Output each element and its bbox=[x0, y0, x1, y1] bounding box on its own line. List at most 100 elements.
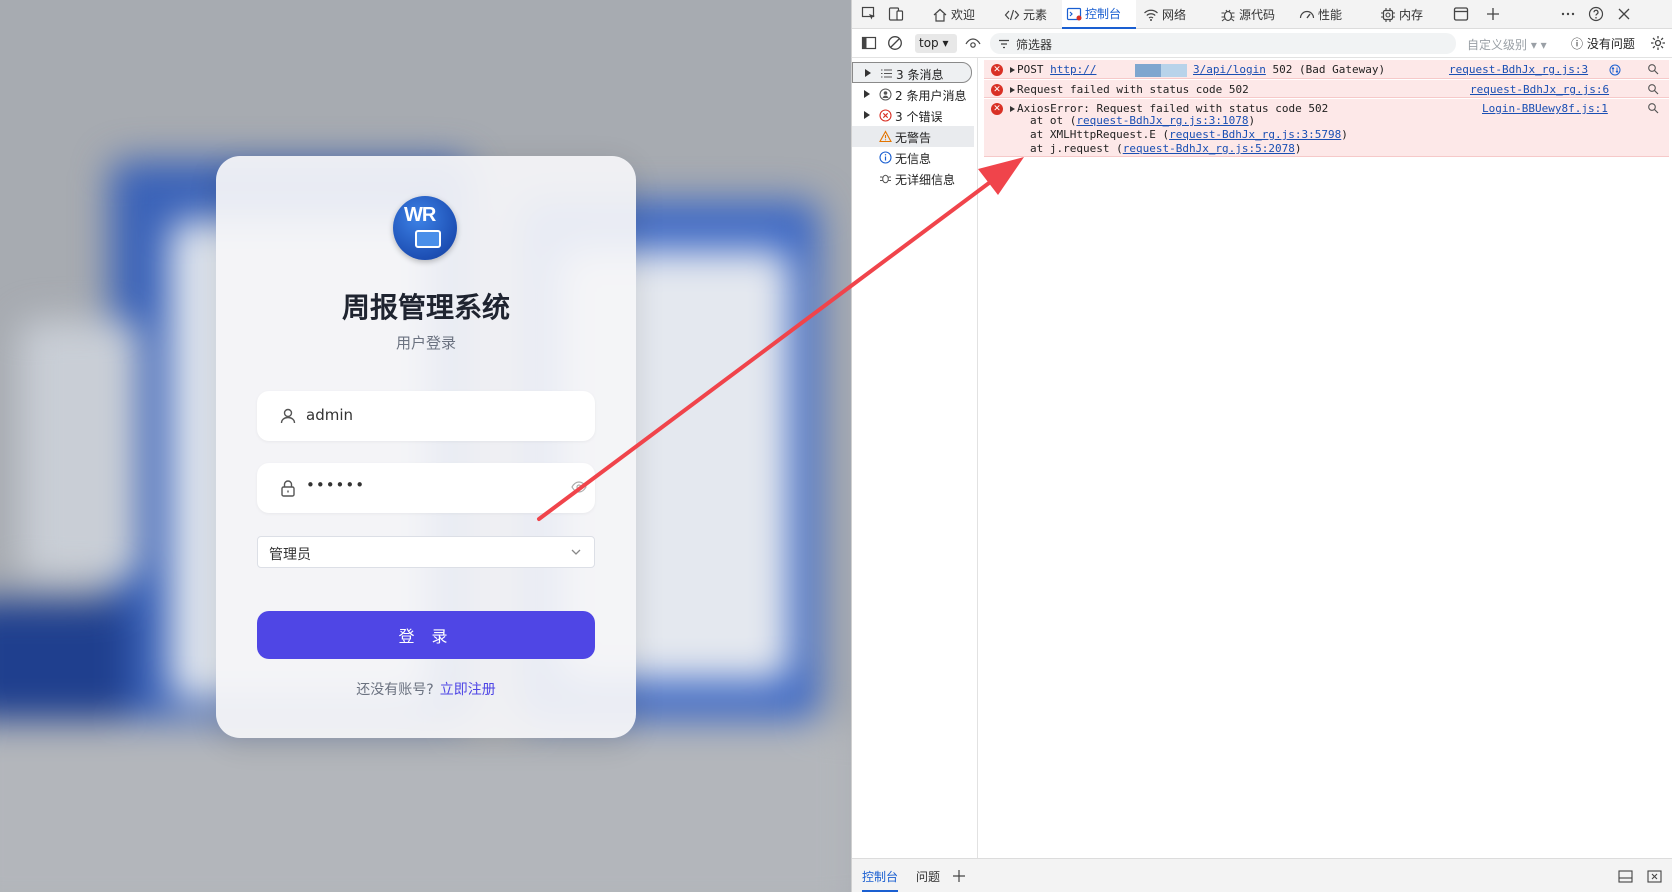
login-button[interactable]: 登 录 bbox=[257, 611, 595, 659]
app-logo: WR bbox=[393, 196, 457, 260]
tab-label: 性能 bbox=[1318, 8, 1343, 22]
sidebar-item-messages[interactable]: 3 条消息 bbox=[852, 62, 972, 83]
chevron-down-icon bbox=[571, 549, 581, 555]
request-url[interactable]: http:// bbox=[1050, 63, 1096, 76]
password-input[interactable]: •••••• bbox=[257, 463, 595, 513]
eye-icon[interactable] bbox=[571, 481, 587, 493]
sidebar-item-errors[interactable]: 3 个错误 bbox=[852, 105, 974, 126]
tab-console[interactable]: 控制台 bbox=[1062, 0, 1136, 29]
stack-frame-link[interactable]: request-BdhJx_rg.js:5:2078 bbox=[1123, 142, 1295, 155]
tab-network[interactable]: 网络 bbox=[1143, 0, 1203, 29]
add-tab-icon[interactable] bbox=[1485, 6, 1501, 22]
console-output: ✕ POST http:// 3/api/login 502 (Bad Gate… bbox=[979, 58, 1672, 858]
code-icon bbox=[1004, 9, 1020, 20]
devtools-tabbar: 欢迎 元素 控制台 网络 源代码 性能 内存 bbox=[852, 0, 1672, 29]
tab-elements[interactable]: 元素 bbox=[1004, 0, 1054, 29]
filter-input[interactable]: 筛选器 bbox=[990, 33, 1456, 54]
chip-icon bbox=[1381, 7, 1395, 22]
inspect-icon[interactable] bbox=[861, 6, 877, 22]
web-page: WR 周报管理系统 用户登录 admin •••••• 管理员 登 录 还没有账… bbox=[0, 0, 851, 892]
sidebar-item-user-messages[interactable]: 2 条用户消息 bbox=[852, 84, 974, 105]
console-error-row[interactable]: ✕ AxiosError: Request failed with status… bbox=[984, 99, 1669, 157]
tab-performance[interactable]: 性能 bbox=[1299, 0, 1355, 29]
request-url-path[interactable]: 3/api/login bbox=[1193, 63, 1266, 76]
status-text: 502 (Bad Gateway) bbox=[1265, 63, 1386, 76]
network-request-icon[interactable] bbox=[1609, 64, 1621, 76]
log-levels-select[interactable]: 自定义级别 ▾ ▾ bbox=[1467, 36, 1547, 53]
sidebar-toggle-icon[interactable] bbox=[861, 35, 877, 51]
console-sidebar: 3 条消息 2 条用户消息 3 个错误 无警告 无信息 无详细信息 bbox=[852, 58, 978, 858]
sidebar-item-info[interactable]: 无信息 bbox=[852, 147, 974, 168]
sidebar-item-warnings[interactable]: 无警告 bbox=[852, 126, 974, 147]
sidebar-item-verbose[interactable]: 无详细信息 bbox=[852, 168, 974, 189]
stack-frame-link[interactable]: request-BdhJx_rg.js:3:1078 bbox=[1076, 114, 1248, 127]
close-drawer-icon[interactable] bbox=[1647, 870, 1662, 883]
filter-icon bbox=[999, 39, 1009, 49]
gauge-icon bbox=[1299, 10, 1315, 18]
eye-icon[interactable] bbox=[965, 36, 981, 52]
drawer-tab-console[interactable]: 控制台 bbox=[862, 868, 899, 892]
more-icon[interactable] bbox=[1560, 6, 1576, 22]
role-select[interactable]: 管理员 bbox=[257, 536, 595, 568]
context-select[interactable]: top ▾ bbox=[915, 34, 957, 53]
error-icon: ✕ bbox=[991, 103, 1003, 115]
page-subtitle: 用户登录 bbox=[395, 334, 456, 352]
window-icon[interactable] bbox=[1453, 6, 1469, 22]
tab-memory[interactable]: 内存 bbox=[1380, 0, 1436, 29]
gear-icon[interactable] bbox=[1650, 35, 1666, 51]
dock-icon[interactable] bbox=[1618, 870, 1633, 883]
request-method: POST bbox=[1017, 63, 1051, 76]
expand-arrow-icon bbox=[865, 69, 871, 77]
source-link[interactable]: request-BdhJx_rg.js:6 bbox=[1470, 83, 1609, 96]
screenshot: WR 周报管理系统 用户登录 admin •••••• 管理员 登 录 还没有账… bbox=[0, 0, 1672, 892]
info-icon bbox=[879, 151, 892, 164]
chart-icon bbox=[415, 230, 441, 248]
drawer-tabbar: 控制台 问题 bbox=[852, 858, 1672, 892]
user-icon bbox=[879, 88, 892, 101]
sidebar-item-label: 3 条消息 bbox=[896, 68, 944, 82]
console-icon bbox=[1066, 7, 1082, 20]
filter-placeholder: 筛选器 bbox=[1016, 38, 1053, 52]
context-value: top bbox=[919, 36, 939, 50]
close-icon[interactable] bbox=[1616, 6, 1632, 22]
sidebar-item-label: 无详细信息 bbox=[895, 173, 956, 187]
stack-frame: at XMLHttpRequest.E (request-BdhJx_rg.js… bbox=[1030, 128, 1348, 141]
expand-arrow-icon bbox=[864, 90, 870, 98]
help-icon[interactable] bbox=[1588, 6, 1604, 22]
issues-counter[interactable]: ⓘ 没有问题 bbox=[1571, 35, 1635, 52]
clear-console-icon[interactable] bbox=[887, 35, 903, 51]
sidebar-item-label: 无信息 bbox=[895, 152, 932, 166]
username-input[interactable]: admin bbox=[257, 391, 595, 441]
console-error-row[interactable]: ✕ POST http:// 3/api/login 502 (Bad Gate… bbox=[984, 60, 1669, 79]
register-link[interactable]: 立即注册 bbox=[440, 682, 496, 698]
error-icon bbox=[879, 109, 892, 122]
stack-frame: at ot (request-BdhJx_rg.js:3:1078) bbox=[1030, 114, 1255, 127]
stack-frame-text: at j.request ( bbox=[1030, 142, 1123, 155]
sidebar-item-label: 无警告 bbox=[895, 131, 932, 145]
search-icon[interactable] bbox=[1647, 83, 1659, 95]
stack-frame-link[interactable]: request-BdhJx_rg.js:3:5798 bbox=[1169, 128, 1341, 141]
tab-label: 源代码 bbox=[1239, 8, 1276, 22]
tab-welcome[interactable]: 欢迎 bbox=[932, 0, 992, 29]
device-emulation-icon[interactable] bbox=[888, 6, 904, 22]
add-tab-icon[interactable] bbox=[952, 869, 966, 883]
tab-label: 元素 bbox=[1023, 8, 1048, 22]
wifi-icon bbox=[1144, 9, 1158, 21]
source-link[interactable]: request-BdhJx_rg.js:3 bbox=[1449, 63, 1588, 76]
tab-label: 欢迎 bbox=[951, 8, 976, 22]
stack-frame-text: ) bbox=[1341, 128, 1348, 141]
expand-arrow-icon bbox=[1010, 106, 1015, 112]
login-card: WR 周报管理系统 用户登录 admin •••••• 管理员 登 录 还没有账… bbox=[216, 156, 636, 738]
password-value: •••••• bbox=[306, 476, 366, 494]
source-link[interactable]: Login-BBUewy8f.js:1 bbox=[1482, 102, 1608, 115]
warning-icon bbox=[879, 130, 892, 143]
drawer-tab-issues[interactable]: 问题 bbox=[916, 868, 940, 885]
search-icon[interactable] bbox=[1647, 63, 1659, 75]
search-icon[interactable] bbox=[1647, 102, 1659, 114]
console-message-text: POST http:// bbox=[1017, 63, 1096, 76]
tab-sources[interactable]: 源代码 bbox=[1220, 0, 1288, 29]
logo-text: WR bbox=[404, 204, 436, 226]
console-message-text: Request failed with status code 502 bbox=[1017, 83, 1249, 96]
console-error-row[interactable]: ✕ Request failed with status code 502 re… bbox=[984, 80, 1669, 98]
register-prompt: 还没有账号? bbox=[356, 682, 434, 698]
